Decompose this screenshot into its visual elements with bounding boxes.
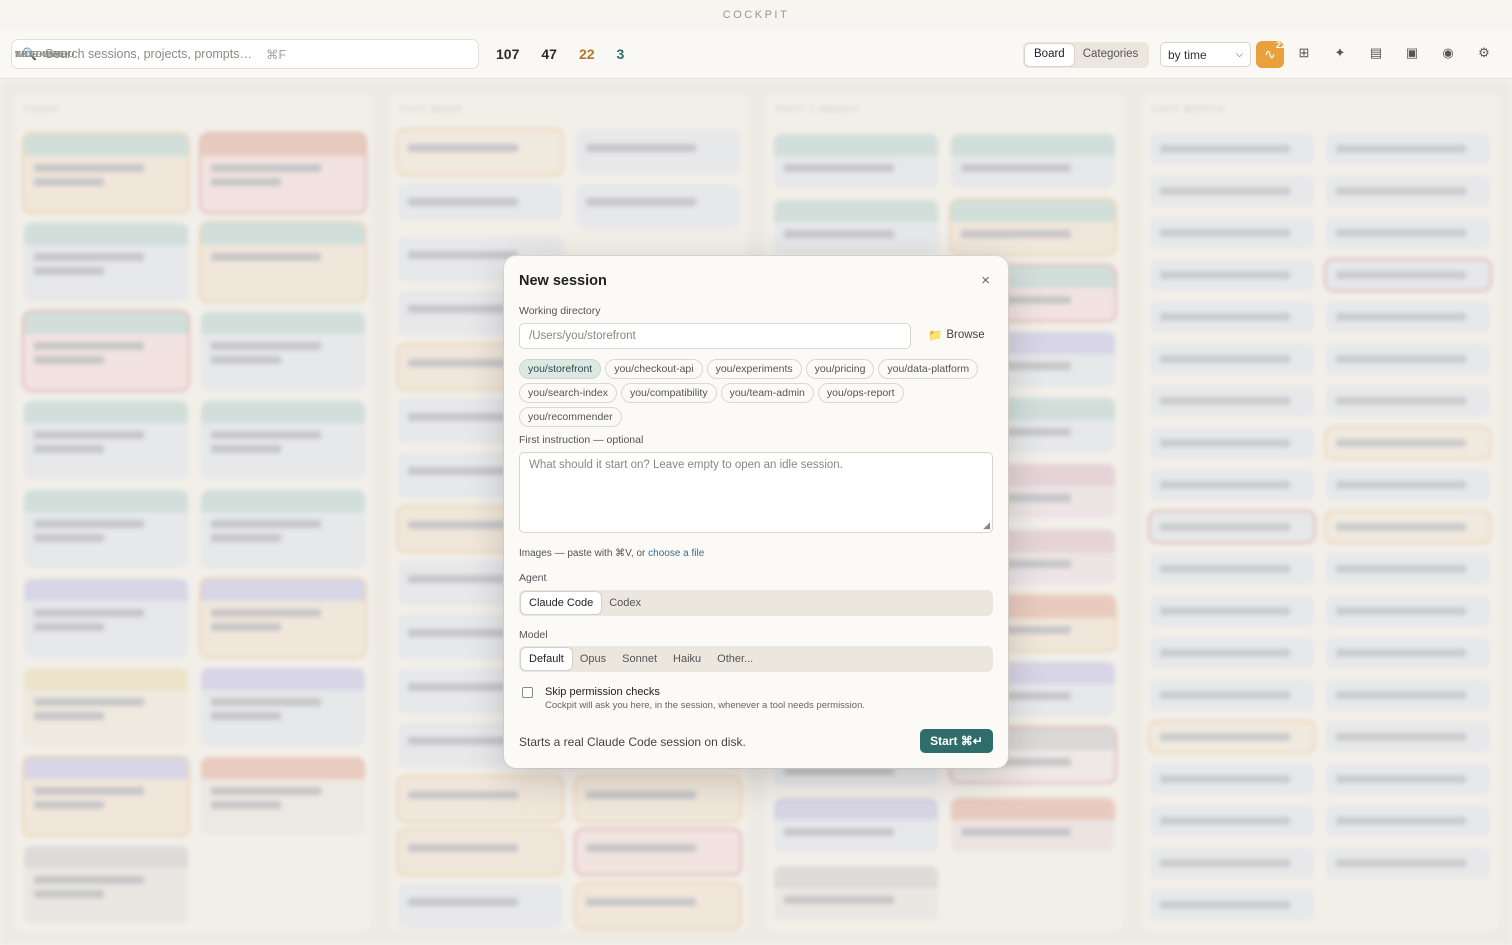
dialog-title: New session xyxy=(519,273,607,289)
stat-sessions: 107 SESSIONS xyxy=(15,45,520,62)
sparkle-icon[interactable]: ✦ xyxy=(1330,45,1350,61)
project-chip[interactable]: you/team-admin xyxy=(720,383,814,403)
images-hint: Images — paste with ⌘V, or choose a file xyxy=(519,548,704,559)
new-session-dialog: New session × Working directory /Users/y… xyxy=(504,256,1008,768)
list-icon[interactable]: ▤ xyxy=(1366,45,1386,61)
stat-value: 107 xyxy=(496,45,520,62)
stat-label: WORKING xyxy=(15,48,65,59)
activity-icon: ∿ xyxy=(1264,46,1276,62)
agent-option-codex[interactable]: Codex xyxy=(601,592,649,614)
search-input[interactable]: 🔍 Search sessions, projects, prompts… ⌘F xyxy=(11,39,479,69)
archive-icon[interactable]: ▣ xyxy=(1402,45,1422,61)
stat-value: 47 xyxy=(541,45,557,62)
project-chip[interactable]: you/search-index xyxy=(519,383,617,403)
stats-bar: 107 SESSIONS 47 THIS WEEK 22 NEEDS YOU 3… xyxy=(15,45,646,62)
search-placeholder: Search sessions, projects, prompts… xyxy=(44,47,252,61)
project-chip[interactable]: you/checkout-api xyxy=(605,359,703,379)
model-option-sonnet[interactable]: Sonnet xyxy=(614,648,665,670)
project-chips: you/storefront you/checkout-api you/expe… xyxy=(519,359,994,427)
choose-file-link[interactable]: choose a file xyxy=(648,548,704,559)
agent-option-claude-code[interactable]: Claude Code xyxy=(521,592,602,614)
chevron-down-icon: ⌵ xyxy=(1236,49,1243,59)
resize-handle-icon[interactable]: ◢ xyxy=(983,520,990,531)
model-selector: Default Opus Sonnet Haiku Other... xyxy=(519,646,993,672)
new-session-icon[interactable]: ⊞ xyxy=(1294,45,1314,61)
model-option-haiku[interactable]: Haiku xyxy=(665,648,709,670)
footer-note: Starts a real Claude Code session on dis… xyxy=(519,735,746,749)
skip-permissions-label[interactable]: Skip permission checks xyxy=(545,686,660,698)
instruction-textarea[interactable]: What should it start on? Leave empty to … xyxy=(519,452,993,533)
project-chip[interactable]: you/compatibility xyxy=(620,383,717,403)
sort-value: by time xyxy=(1168,47,1207,62)
start-button[interactable]: Start ⌘↵ xyxy=(920,729,993,753)
project-chip[interactable]: you/data-platform xyxy=(878,359,979,379)
agent-icon[interactable]: ◉ xyxy=(1438,45,1458,61)
project-chip[interactable]: you/pricing xyxy=(805,359,875,379)
skip-permissions-help: Cockpit will ask you here, in the sessio… xyxy=(545,700,865,711)
top-header: 🔍 Search sessions, projects, prompts… ⌘F… xyxy=(0,30,1512,79)
folder-icon: 📁 xyxy=(928,330,943,342)
browse-button[interactable]: 📁 Browse xyxy=(928,328,985,342)
model-label: Model xyxy=(519,629,548,641)
activity-button[interactable]: ∿ 22 xyxy=(1256,40,1286,68)
working-dir-input[interactable]: /Users/you/storefront xyxy=(519,323,911,349)
app-title: COCKPIT xyxy=(0,0,1512,30)
search-shortcut: ⌘F xyxy=(265,47,287,62)
stat-needs-you[interactable]: 22 NEEDS YOU xyxy=(15,45,595,62)
model-option-default[interactable]: Default xyxy=(521,648,572,670)
activity-badge: 22 xyxy=(1275,40,1286,50)
instruction-placeholder: What should it start on? Leave empty to … xyxy=(529,459,843,471)
stat-value: 3 xyxy=(616,45,625,62)
view-board-button[interactable]: Board xyxy=(1025,44,1074,66)
model-option-other[interactable]: Other... xyxy=(709,648,761,670)
agent-selector: Claude Code Codex xyxy=(519,590,993,616)
project-chip[interactable]: you/recommender xyxy=(519,407,622,427)
project-chip[interactable]: you/storefront xyxy=(519,359,602,379)
skip-permissions-checkbox[interactable] xyxy=(522,687,533,698)
gear-icon[interactable]: ⚙ xyxy=(1474,45,1494,61)
agent-label: Agent xyxy=(519,572,547,584)
view-toggle: Board Categories xyxy=(1023,42,1150,68)
browse-label: Browse xyxy=(946,329,985,341)
sort-select[interactable]: by time ⌵ xyxy=(1160,42,1251,67)
working-dir-label: Working directory xyxy=(519,305,601,317)
project-chip[interactable]: you/experiments xyxy=(706,359,802,379)
model-option-opus[interactable]: Opus xyxy=(572,648,614,670)
view-categories-button[interactable]: Categories xyxy=(1074,44,1148,66)
stat-working[interactable]: 3 WORKING xyxy=(15,45,625,62)
images-text: Images — paste with ⌘V, or xyxy=(519,548,646,559)
stat-value: 22 xyxy=(578,45,595,62)
stat-this-week: 47 THIS WEEK xyxy=(15,45,557,62)
project-chip[interactable]: you/ops-report xyxy=(817,383,904,403)
close-icon[interactable]: × xyxy=(981,272,990,289)
instruction-label: First instruction — optional xyxy=(519,434,644,446)
